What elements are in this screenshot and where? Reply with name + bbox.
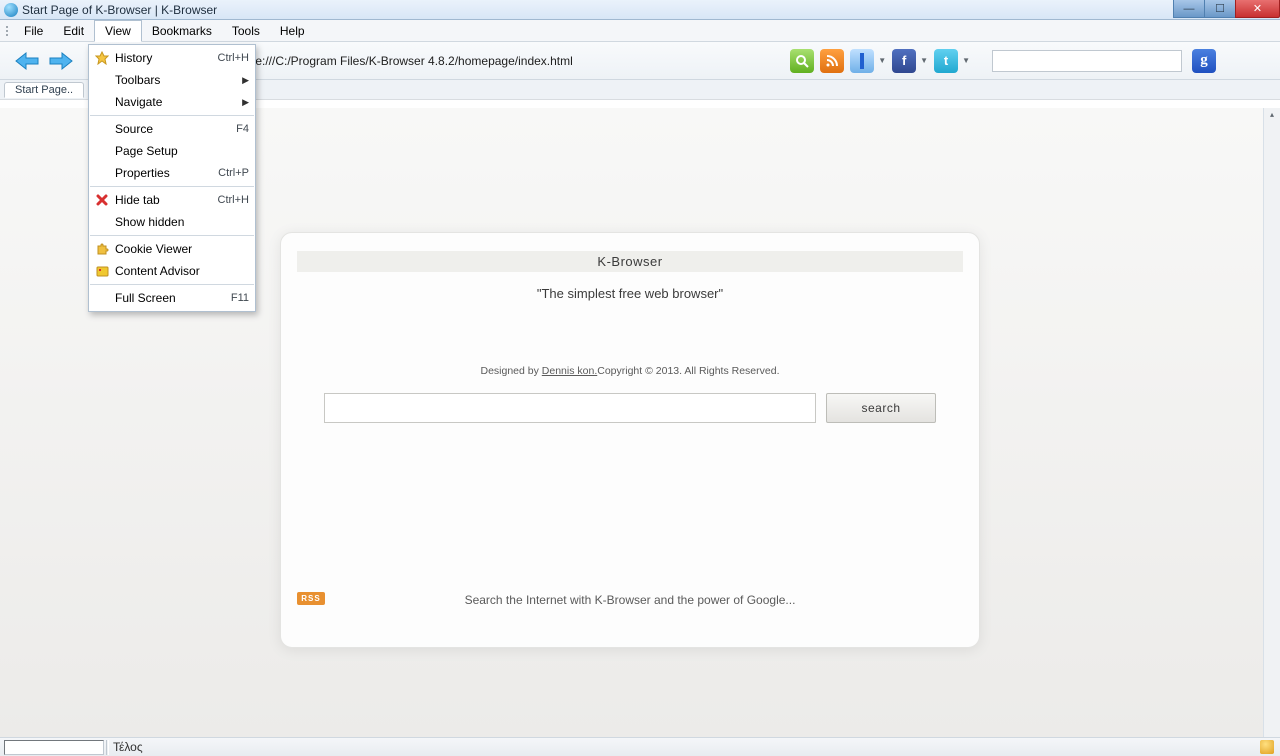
menu-file[interactable]: File (14, 20, 53, 41)
homepage-title: K-Browser (297, 251, 963, 272)
menu-bookmarks[interactable]: Bookmarks (142, 20, 222, 41)
advisor-icon (93, 263, 111, 279)
forward-button[interactable] (46, 50, 76, 72)
submenu-arrow-icon: ▶ (242, 97, 249, 108)
menu-item-navigate[interactable]: Navigate ▶ (89, 91, 255, 113)
bookmark-dropdown-caret[interactable]: ▼ (878, 56, 886, 65)
search-field[interactable] (992, 50, 1182, 72)
menu-item-hide-tab[interactable]: Hide tab Ctrl+H (89, 189, 255, 211)
menu-item-full-screen[interactable]: Full Screen F11 (89, 287, 255, 309)
menu-item-properties[interactable]: Properties Ctrl+P (89, 162, 255, 184)
homepage-credit: Designed by Dennis kon.Copyright © 2013.… (297, 365, 963, 377)
author-link[interactable]: Dennis kon. (542, 365, 597, 377)
menu-item-show-hidden[interactable]: Show hidden (89, 211, 255, 233)
menu-separator (90, 186, 254, 187)
puzzle-icon (93, 241, 111, 257)
scroll-up-icon[interactable]: ▴ (1266, 110, 1278, 122)
tab-start-page[interactable]: Start Page.. (4, 82, 84, 98)
menu-separator (90, 115, 254, 116)
shield-icon[interactable] (1260, 740, 1274, 754)
statusbar: Τέλος (0, 737, 1280, 756)
menu-item-toolbars[interactable]: Toolbars ▶ (89, 69, 255, 91)
homepage-search-row: search (297, 393, 963, 423)
menu-tools[interactable]: Tools (222, 20, 270, 41)
status-progress-panel (4, 740, 104, 755)
menu-separator (90, 284, 254, 285)
facebook-dropdown-caret[interactable]: ▼ (920, 56, 928, 65)
minimize-button[interactable]: — (1173, 0, 1205, 18)
status-separator (106, 740, 109, 755)
menu-view[interactable]: View (94, 20, 142, 42)
facebook-icon[interactable]: f (892, 49, 916, 73)
homepage-search-button[interactable]: search (826, 393, 936, 423)
rss-icon[interactable] (820, 49, 844, 73)
twitter-icon[interactable]: t (934, 49, 958, 73)
bookmark-icon[interactable] (850, 49, 874, 73)
menu-item-cookie-viewer[interactable]: Cookie Viewer (89, 238, 255, 260)
menu-item-history[interactable]: History Ctrl+H (89, 47, 255, 69)
star-icon (93, 50, 111, 66)
app-icon (4, 3, 18, 17)
menu-help[interactable]: Help (270, 20, 315, 41)
google-search-button[interactable]: g (1192, 49, 1216, 73)
menu-edit[interactable]: Edit (53, 20, 94, 41)
window-titlebar: Start Page of K-Browser | K-Browser — ☐ … (0, 0, 1280, 20)
homepage-tagline: "The simplest free web browser" (297, 286, 963, 301)
toolbar-icons: ▼ f ▼ t ▼ (790, 49, 970, 73)
view-dropdown: History Ctrl+H Toolbars ▶ Navigate ▶ Sou… (88, 44, 256, 312)
twitter-dropdown-caret[interactable]: ▼ (962, 56, 970, 65)
window-title: Start Page of K-Browser | K-Browser (22, 3, 217, 17)
x-red-icon (93, 192, 111, 208)
close-button[interactable]: ✕ (1235, 0, 1280, 18)
menu-separator (90, 235, 254, 236)
menu-item-page-setup[interactable]: Page Setup (89, 140, 255, 162)
back-button[interactable] (12, 50, 42, 72)
submenu-arrow-icon: ▶ (242, 75, 249, 86)
homepage-search-input[interactable] (324, 393, 816, 423)
menu-item-source[interactable]: Source F4 (89, 118, 255, 140)
menu-item-content-advisor[interactable]: Content Advisor (89, 260, 255, 282)
address-bar[interactable]: ile:///C:/Program Files/K-Browser 4.8.2/… (250, 50, 573, 72)
address-text: ile:///C:/Program Files/K-Browser 4.8.2/… (250, 54, 573, 68)
tab-label: Start Page.. (15, 84, 73, 96)
homepage-footer-text: Search the Internet with K-Browser and t… (281, 593, 979, 607)
menubar: File Edit View Bookmarks Tools Help (0, 20, 1280, 42)
search-icon[interactable] (790, 49, 814, 73)
menubar-grip[interactable] (6, 20, 10, 41)
window-controls: — ☐ ✕ (1174, 0, 1280, 18)
homepage-card: K-Browser "The simplest free web browser… (280, 232, 980, 648)
maximize-button[interactable]: ☐ (1204, 0, 1236, 18)
status-text: Τέλος (113, 740, 143, 754)
